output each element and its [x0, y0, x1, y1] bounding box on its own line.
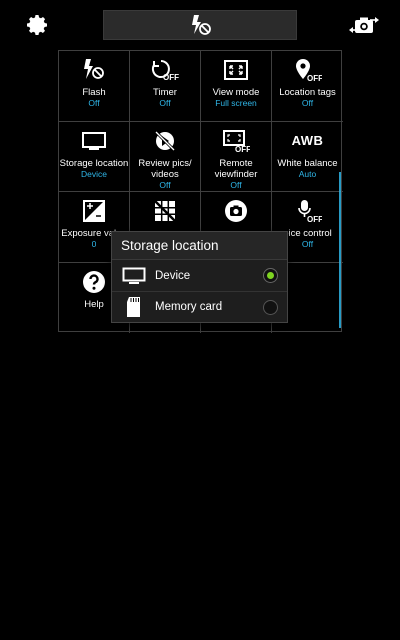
- setting-value: Off: [230, 179, 242, 190]
- gear-icon: [26, 13, 50, 37]
- setting-view-mode[interactable]: View mode Full screen: [201, 51, 272, 122]
- device-icon: [122, 266, 146, 286]
- setting-label: Storage location: [59, 157, 129, 169]
- settings-button[interactable]: [20, 10, 56, 40]
- flash-off-icon: [188, 14, 212, 36]
- voice-control-icon: OFF: [293, 198, 323, 224]
- switch-camera-button[interactable]: [344, 10, 384, 40]
- setting-remote-viewfinder[interactable]: OFF Remote viewfinder Off: [201, 121, 272, 192]
- setting-value: Auto: [298, 168, 317, 179]
- setting-label: View mode: [212, 87, 260, 98]
- setting-label: White balance: [277, 157, 338, 169]
- setting-review-pics[interactable]: Review pics/ videos Off: [130, 121, 201, 192]
- radio-unselected[interactable]: [263, 299, 278, 315]
- svg-text:OFF: OFF: [307, 74, 322, 82]
- storage-location-icon: [79, 128, 109, 154]
- white-balance-icon: AWB: [291, 133, 324, 148]
- setting-location-tags[interactable]: OFF Location tags Off: [272, 51, 343, 122]
- setting-label: oice control: [283, 228, 332, 239]
- setting-storage-location[interactable]: Storage location Device: [59, 121, 130, 192]
- grid-scrollbar[interactable]: [339, 172, 341, 328]
- svg-text:OFF: OFF: [163, 73, 179, 82]
- setting-label: Flash: [82, 87, 106, 98]
- svg-text:OFF: OFF: [307, 215, 322, 223]
- storage-location-popup: Storage location Device Memory card: [111, 231, 288, 323]
- setting-flash[interactable]: Flash Off: [59, 51, 130, 122]
- option-memory-card[interactable]: Memory card: [112, 291, 287, 322]
- option-device[interactable]: Device: [112, 260, 287, 291]
- setting-value: Off: [301, 98, 314, 108]
- setting-timer[interactable]: OFF Timer Off: [130, 51, 201, 122]
- guidelines-icon: [150, 198, 180, 224]
- setting-label: Help: [84, 298, 104, 310]
- setting-value: Off: [301, 239, 314, 249]
- setting-value: Off: [159, 179, 171, 190]
- radio-selected[interactable]: [263, 268, 278, 283]
- setting-label: Timer: [153, 87, 177, 98]
- remote-viewfinder-icon: OFF: [221, 128, 251, 154]
- setting-value: 0: [91, 239, 97, 249]
- camera-icon: [221, 198, 251, 224]
- flash-off-icon: [79, 57, 109, 83]
- exposure-value-icon: [79, 198, 109, 224]
- flash-toggle-button[interactable]: [103, 10, 297, 40]
- setting-value: Off: [88, 98, 100, 108]
- switch-camera-icon: [348, 13, 380, 37]
- option-label: Memory card: [155, 301, 223, 313]
- setting-label: Remote viewfinder: [214, 157, 258, 180]
- setting-label: Review pics/ videos: [138, 157, 192, 180]
- setting-label: Location tags: [279, 87, 336, 98]
- review-pics-icon: [150, 128, 180, 154]
- popup-title: Storage location: [112, 232, 287, 260]
- help-icon: [79, 269, 109, 295]
- view-mode-icon: [221, 57, 251, 83]
- timer-off-icon: OFF: [150, 57, 180, 83]
- setting-value: Device: [81, 168, 107, 179]
- svg-text:OFF: OFF: [235, 145, 250, 153]
- location-tags-icon: OFF: [293, 57, 323, 83]
- setting-value: Full screen: [215, 98, 257, 108]
- setting-value: Off: [159, 98, 171, 108]
- setting-white-balance[interactable]: AWB White balance Auto: [272, 122, 343, 192]
- memory-card-icon: [122, 297, 146, 317]
- option-label: Device: [155, 269, 191, 282]
